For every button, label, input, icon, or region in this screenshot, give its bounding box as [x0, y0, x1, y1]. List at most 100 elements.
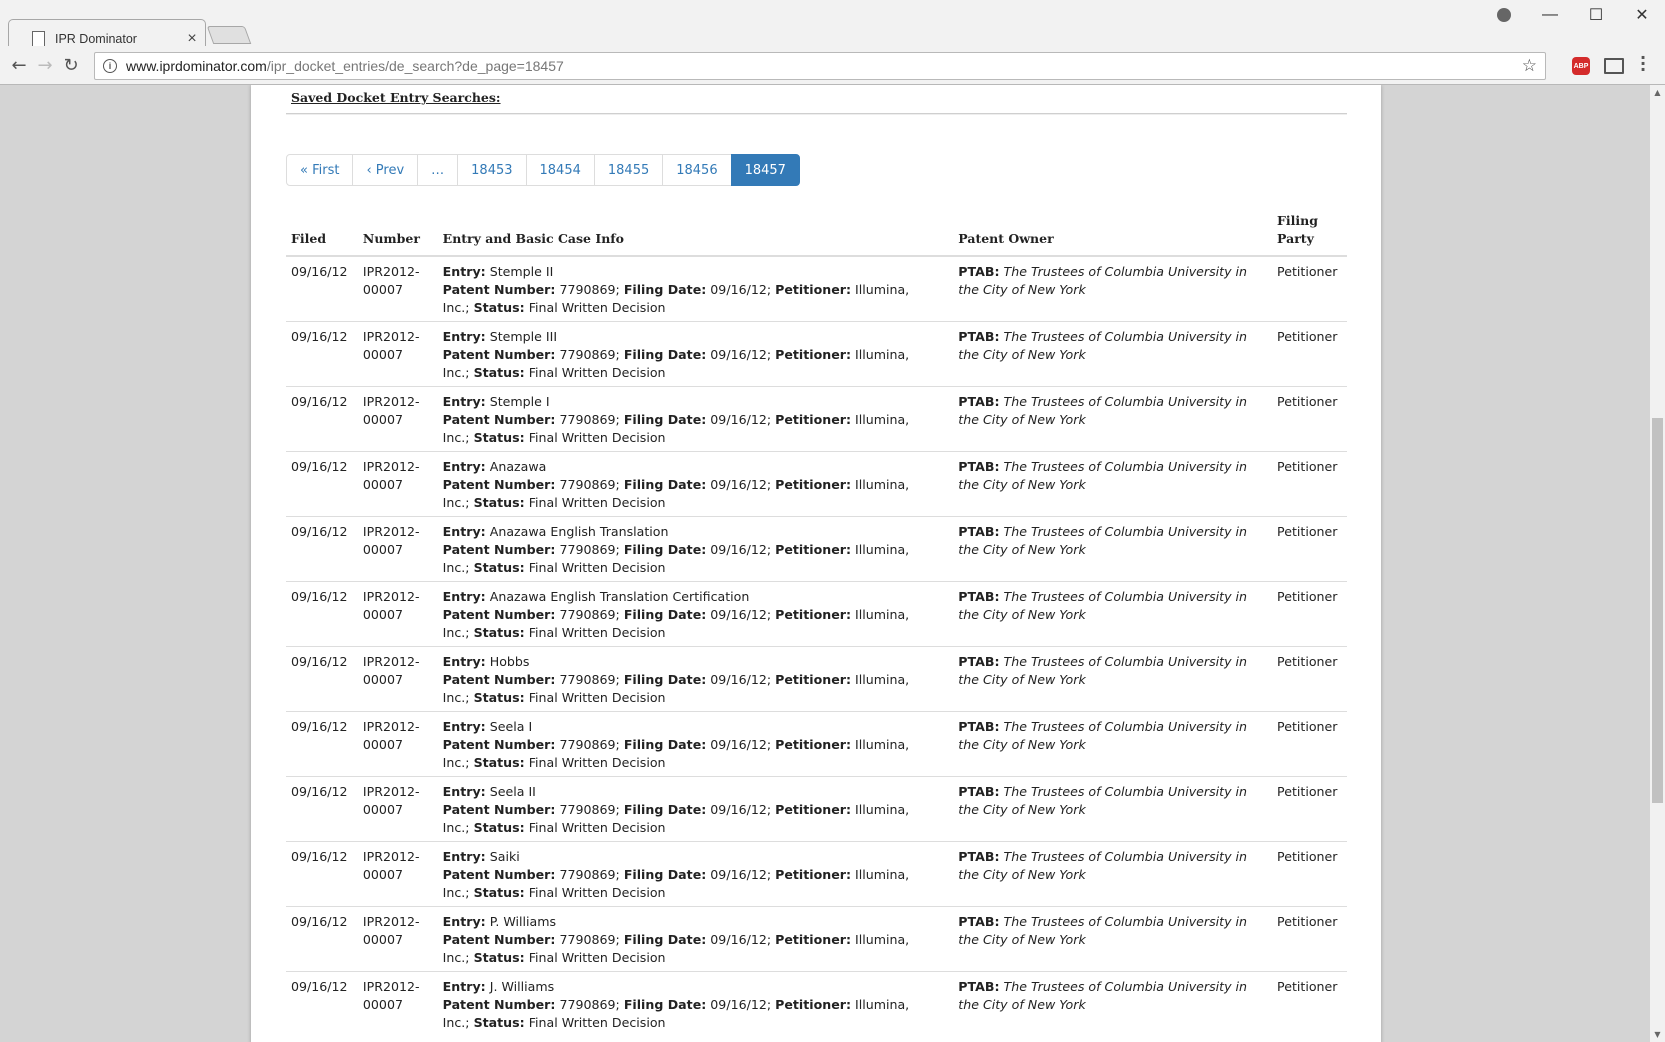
scroll-down-icon[interactable]: ▼: [1650, 1027, 1665, 1042]
table-row[interactable]: 09/16/12 IPR2012- 00007 Entry: Stemple II Pa…: [286, 256, 1347, 322]
profile-icon[interactable]: [1497, 8, 1511, 22]
owner-name: The Trustees of Columbia University in t…: [958, 394, 1248, 427]
entry-name[interactable]: P. Williams: [490, 914, 556, 929]
patent-number: 7790869;: [559, 802, 620, 817]
status-label: Status:: [473, 430, 525, 445]
bookmark-star-icon[interactable]: ☆: [1522, 56, 1537, 76]
petitioner-suffix: Inc.;: [442, 560, 470, 575]
patent-number: 7790869;: [559, 282, 620, 297]
new-tab-button[interactable]: [206, 26, 252, 44]
entry-name[interactable]: Anazawa English Translation: [490, 524, 669, 539]
close-window-icon[interactable]: ✕: [1619, 0, 1665, 30]
page-link[interactable]: 18453: [457, 154, 527, 186]
divider: [286, 113, 1347, 114]
header-filing-party[interactable]: Filing Party: [1272, 212, 1347, 257]
filing-date-label: Filing Date:: [623, 672, 707, 687]
cell-number: IPR2012- 00007: [357, 711, 438, 777]
status-value: Final Written Decision: [528, 365, 666, 380]
table-row[interactable]: 09/16/12 IPR2012- 00007 Entry: Seela II Pate…: [286, 776, 1347, 842]
header-number[interactable]: Number: [357, 212, 438, 257]
entry-label: Entry:: [442, 784, 486, 799]
entry-name[interactable]: Seela II: [490, 784, 536, 799]
menu-icon[interactable]: · · ·: [1640, 50, 1646, 78]
cell-number: IPR2012- 00007: [357, 646, 438, 712]
number-part-1: IPR2012-: [362, 914, 420, 929]
owner-name: The Trustees of Columbia University in t…: [958, 979, 1248, 1012]
status-label: Status:: [473, 1015, 525, 1030]
saved-searches-link[interactable]: Saved Docket Entry Searches:: [291, 90, 501, 105]
page-link[interactable]: 18457: [730, 154, 800, 186]
header-filed[interactable]: Filed: [286, 212, 358, 257]
table-row[interactable]: 09/16/12 IPR2012- 00007 Entry: Anazawa Paten…: [286, 451, 1347, 517]
filing-date-label: Filing Date:: [623, 542, 707, 557]
table-row[interactable]: 09/16/12 IPR2012- 00007 Entry: Anazawa Engl…: [286, 581, 1347, 647]
table-row[interactable]: 09/16/12 IPR2012- 00007 Entry: Anazawa Engl…: [286, 516, 1347, 582]
cell-filing-party: Petitioner: [1272, 971, 1347, 1036]
header-patent-owner[interactable]: Patent Owner: [953, 212, 1273, 257]
patent-number-label: Patent Number:: [442, 997, 556, 1012]
status-value: Final Written Decision: [528, 300, 666, 315]
page-link[interactable]: …: [417, 154, 459, 186]
petitioner-label: Petitioner:: [775, 997, 851, 1012]
entry-name[interactable]: Seela I: [490, 719, 532, 734]
entry-name[interactable]: Stemple III: [490, 329, 557, 344]
entry-name[interactable]: Stemple II: [490, 264, 554, 279]
petitioner-label: Petitioner:: [775, 477, 851, 492]
maximize-icon[interactable]: ☐: [1573, 0, 1619, 30]
minimize-icon[interactable]: —: [1527, 0, 1573, 30]
entry-name[interactable]: Saiki: [490, 849, 520, 864]
status-value: Final Written Decision: [528, 885, 666, 900]
address-bar[interactable]: i www.iprdominator.com/ipr_docket_entrie…: [94, 52, 1546, 80]
owner-name: The Trustees of Columbia University in t…: [958, 524, 1248, 557]
table-row[interactable]: 09/16/12 IPR2012- 00007 Entry: Hobbs Patent …: [286, 646, 1347, 712]
table-row[interactable]: 09/16/12 IPR2012- 00007 Entry: Saiki Patent …: [286, 841, 1347, 907]
entry-name[interactable]: Hobbs: [490, 654, 530, 669]
table-row[interactable]: 09/16/12 IPR2012- 00007 Entry: P. Williams P…: [286, 906, 1347, 972]
scrollbar-thumb[interactable]: [1652, 418, 1663, 803]
table-row[interactable]: 09/16/12 IPR2012- 00007 Entry: J. Williams P…: [286, 971, 1347, 1036]
cell-entry-info: Entry: Stemple II Patent Number: 7790869;…: [438, 256, 954, 322]
cell-patent-owner: PTAB: The Trustees of Columbia Universit…: [953, 971, 1273, 1036]
entry-name[interactable]: Anazawa English Translation Certificatio…: [490, 589, 750, 604]
forward-icon[interactable]: →: [34, 54, 56, 76]
page-link[interactable]: 18455: [593, 154, 664, 186]
cell-filed: 09/16/12: [286, 451, 358, 517]
status-label: Status:: [473, 625, 525, 640]
back-icon[interactable]: ←: [8, 54, 30, 76]
page-link[interactable]: 18456: [662, 154, 732, 186]
entry-name[interactable]: Stemple I: [490, 394, 550, 409]
cell-number: IPR2012- 00007: [357, 386, 438, 452]
reload-icon[interactable]: ↻: [60, 54, 82, 76]
cell-entry-info: Entry: Seela II Patent Number: 7790869; F…: [437, 776, 954, 842]
table-row[interactable]: 09/16/12 IPR2012- 00007 Entry: Stemple I Pat…: [286, 386, 1347, 452]
cast-icon[interactable]: [1604, 58, 1624, 74]
url-path: /ipr_docket_entries/de_search?de_page=18…: [266, 58, 564, 74]
cell-patent-owner: PTAB: The Trustees of Columbia Universit…: [953, 646, 1273, 712]
page-link[interactable]: ‹ Prev: [352, 154, 419, 186]
table-row[interactable]: 09/16/12 IPR2012- 00007 Entry: Seela I Paten…: [286, 711, 1347, 777]
entry-name[interactable]: J. Williams: [490, 979, 554, 994]
page-link[interactable]: « First: [286, 154, 354, 186]
number-part-1: IPR2012-: [362, 979, 420, 994]
entry-label: Entry:: [442, 979, 486, 994]
info-icon[interactable]: i: [103, 59, 117, 73]
owner-name: The Trustees of Columbia University in t…: [958, 589, 1248, 622]
cell-patent-owner: PTAB: The Trustees of Columbia Universit…: [953, 776, 1273, 842]
number-part-1: IPR2012-: [362, 329, 420, 344]
tab-title: IPR Dominator: [55, 32, 137, 46]
browser-tab[interactable]: IPR Dominator ×: [8, 6, 208, 54]
petitioner-name: Illumina,: [855, 542, 910, 557]
page-link[interactable]: 18454: [525, 154, 595, 186]
table-row[interactable]: 09/16/12 IPR2012- 00007 Entry: Stemple III P…: [286, 321, 1347, 387]
header-entry[interactable]: Entry and Basic Case Info: [437, 212, 954, 257]
url-text[interactable]: www.iprdominator.com/ipr_docket_entries/…: [126, 58, 1522, 74]
adblock-icon[interactable]: ABP: [1572, 57, 1590, 75]
cell-entry-info: Entry: Anazawa English Translation Patent…: [437, 516, 954, 582]
entry-name[interactable]: Anazawa: [490, 459, 547, 474]
petitioner-name: Illumina,: [855, 737, 910, 752]
cell-filing-party: Petitioner: [1272, 321, 1347, 387]
cell-patent-owner: PTAB: The Trustees of Columbia Universit…: [953, 516, 1273, 582]
status-label: Status:: [473, 690, 525, 705]
scroll-up-icon[interactable]: ▲: [1650, 85, 1665, 100]
vertical-scrollbar[interactable]: ▲ ▼: [1650, 85, 1665, 1042]
